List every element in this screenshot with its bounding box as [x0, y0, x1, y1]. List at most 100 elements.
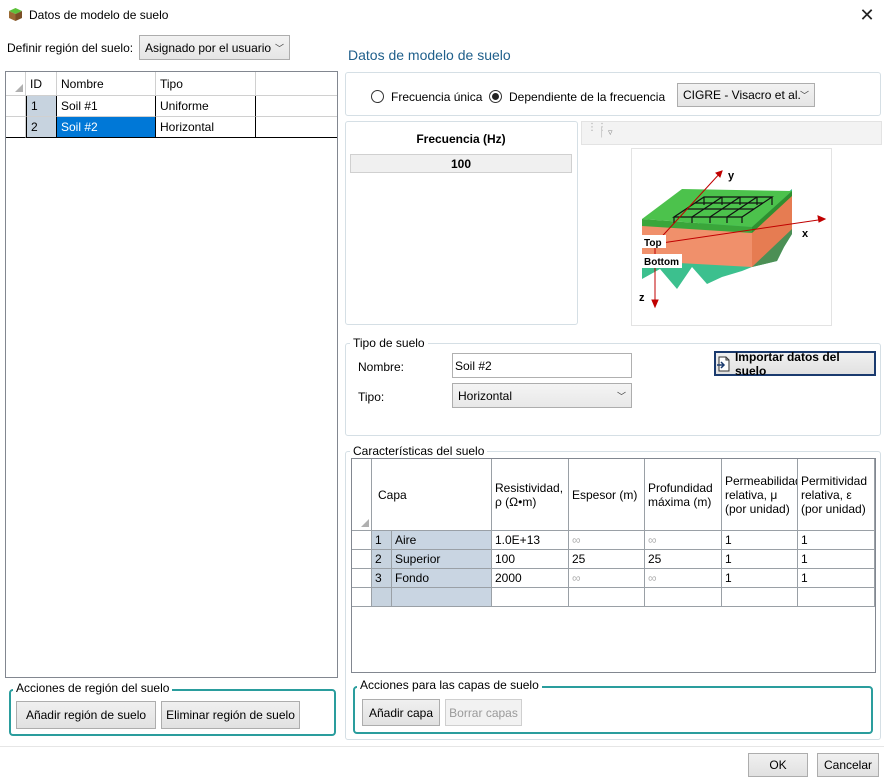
table-row-id[interactable]: 2: [26, 117, 57, 138]
add-layer-button[interactable]: Añadir capa: [362, 699, 440, 726]
table-row-resistivity[interactable]: 1.0E+13: [492, 531, 569, 550]
app-soil-cube-icon: [8, 7, 23, 22]
soil-type-label: Tipo:: [358, 390, 385, 404]
table-new-row-cell[interactable]: [492, 588, 569, 607]
diagram-toolbar: ⋮⋮ | ▿: [581, 121, 882, 145]
grip-icon: ⋮⋮: [587, 122, 607, 133]
region-selector-label: Definir región del suelo:: [7, 41, 134, 55]
toolbar-separator: |: [600, 124, 604, 138]
cancel-button[interactable]: Cancelar: [817, 753, 879, 777]
close-icon[interactable]: ✕: [852, 2, 882, 28]
table-row-resistivity[interactable]: 2000: [492, 569, 569, 588]
footer-divider: [0, 746, 884, 747]
axis-z-label: z: [639, 292, 645, 304]
soil-type-legend: Tipo de suelo: [350, 336, 428, 350]
column-header-id[interactable]: ID: [26, 72, 57, 96]
import-soil-data-button[interactable]: Importar datos del suelo: [714, 349, 876, 378]
table-row-thickness: ∞: [569, 531, 645, 550]
table-row-filler: [256, 117, 337, 138]
table-new-row-cell[interactable]: [569, 588, 645, 607]
row-header[interactable]: [352, 569, 372, 588]
table-row-type[interactable]: Horizontal: [156, 117, 256, 138]
column-header-name[interactable]: Nombre: [57, 72, 156, 96]
table-row-resistivity[interactable]: 100: [492, 550, 569, 569]
column-header-permeability[interactable]: Permeabilidad relativa, μ (por unidad): [722, 459, 798, 531]
row-header[interactable]: [6, 96, 26, 117]
table-new-row-cell[interactable]: [798, 588, 875, 607]
region-selector-dropdown[interactable]: Asignado por el usuario ﹀: [139, 35, 290, 60]
soil-type-value: Horizontal: [458, 388, 513, 403]
table-row-permeability[interactable]: 1: [722, 550, 798, 569]
table-row-depth[interactable]: 25: [645, 550, 722, 569]
radio-dependent-frequency-label: Dependiente de la frecuencia: [509, 90, 666, 104]
table-row-number[interactable]: 2: [372, 550, 392, 569]
remove-region-button[interactable]: Eliminar región de suelo: [161, 701, 300, 729]
table-row-id[interactable]: 1: [26, 96, 57, 117]
table-new-row-cell[interactable]: [645, 588, 722, 607]
table-row-number[interactable]: 1: [372, 531, 392, 550]
model-heading: Datos de modelo de suelo: [348, 47, 511, 63]
method-value: CIGRE - Visacro et al.: [683, 88, 801, 102]
table-row-permittivity[interactable]: 1: [798, 531, 875, 550]
overflow-chevron-icon[interactable]: ▿: [608, 127, 613, 138]
table-row-type[interactable]: Uniforme: [156, 96, 256, 117]
method-dropdown[interactable]: CIGRE - Visacro et al. ﹀: [677, 83, 815, 107]
table-row-thickness: ∞: [569, 569, 645, 588]
axis-x-label: x: [802, 228, 809, 240]
table-new-row-layer[interactable]: [392, 588, 492, 607]
table-row-permeability[interactable]: 1: [722, 569, 798, 588]
table-row-layer[interactable]: Fondo: [392, 569, 492, 588]
table-row-filler: [256, 96, 337, 117]
frequency-panel: [345, 121, 578, 325]
import-soil-data-label: Importar datos del suelo: [734, 349, 840, 378]
chevron-down-icon: ﹀: [274, 43, 284, 53]
column-header-thickness[interactable]: Espesor (m): [569, 459, 645, 531]
table-new-row-number[interactable]: [372, 588, 392, 607]
column-header-filler: [256, 72, 337, 96]
table-row-number[interactable]: 3: [372, 569, 392, 588]
column-header-type[interactable]: Tipo: [156, 72, 256, 96]
chevron-down-icon: ﹀: [616, 391, 626, 401]
table-corner: [352, 459, 372, 531]
clear-layers-button[interactable]: Borrar capas: [445, 699, 522, 726]
table-row-thickness[interactable]: 25: [569, 550, 645, 569]
column-header-permittivity[interactable]: Permitividad relativa, ε (por unidad): [798, 459, 875, 531]
column-header-layer[interactable]: Capa: [372, 459, 492, 531]
column-header-max-depth[interactable]: Profundidad máxima (m): [645, 459, 722, 531]
table-row-depth: ∞: [645, 569, 722, 588]
axis-y-label: y: [728, 170, 735, 182]
table-row-name-selected[interactable]: Soil #2: [57, 117, 156, 138]
table-row-permeability[interactable]: 1: [722, 531, 798, 550]
characteristics-legend: Características del suelo: [350, 444, 488, 458]
table-row-permittivity[interactable]: 1: [798, 569, 875, 588]
row-header[interactable]: [352, 550, 372, 569]
layers-table: Capa Resistividad, ρ (Ω•m) Espesor (m) P…: [351, 458, 876, 673]
radio-dependent-frequency[interactable]: [489, 90, 502, 103]
table-row-depth: ∞: [645, 531, 722, 550]
table-row-layer[interactable]: Superior: [392, 550, 492, 569]
import-file-icon: [716, 356, 730, 371]
soil-layers-illustration: y x z Top Bottom: [639, 170, 827, 309]
table-new-row-cell[interactable]: [722, 588, 798, 607]
ok-button[interactable]: OK: [748, 753, 808, 777]
table-corner: [6, 72, 26, 96]
frequency-value[interactable]: 100: [350, 154, 572, 173]
soil-type-dropdown[interactable]: Horizontal ﹀: [452, 383, 632, 408]
soil-name-input[interactable]: [452, 353, 632, 378]
window-title: Datos de modelo de suelo: [29, 8, 169, 22]
label-top: Top: [644, 238, 662, 249]
layer-actions-legend: Acciones para las capas de suelo: [357, 678, 542, 692]
add-region-button[interactable]: Añadir región de suelo: [16, 701, 156, 729]
chevron-down-icon: ﹀: [799, 90, 809, 101]
table-row-permittivity[interactable]: 1: [798, 550, 875, 569]
row-header[interactable]: [352, 588, 372, 607]
row-header[interactable]: [352, 531, 372, 550]
region-selector-value: Asignado por el usuario: [145, 40, 272, 55]
label-bottom: Bottom: [644, 257, 679, 268]
soil-name-label: Nombre:: [358, 360, 405, 374]
row-header[interactable]: [6, 117, 26, 138]
table-row-name[interactable]: Soil #1: [57, 96, 156, 117]
table-row-layer[interactable]: Aire: [392, 531, 492, 550]
column-header-resistivity[interactable]: Resistividad, ρ (Ω•m): [492, 459, 569, 531]
radio-single-frequency[interactable]: [371, 90, 384, 103]
